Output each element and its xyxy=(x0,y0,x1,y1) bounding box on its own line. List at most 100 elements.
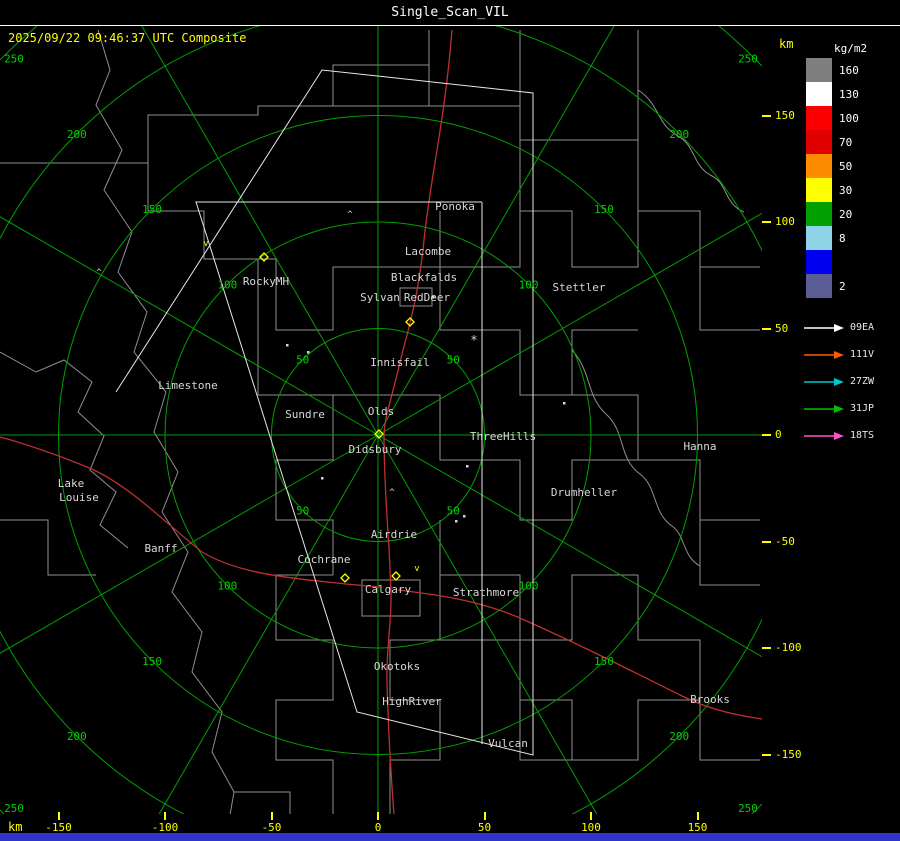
range-ring-label: 50 xyxy=(447,354,460,367)
legend-value-label: 8 xyxy=(839,231,846,245)
city-label: Didsbury xyxy=(349,443,402,456)
range-ring-label: 150 xyxy=(142,203,162,216)
right-axis-tick xyxy=(762,221,771,223)
city-label: Banff xyxy=(144,542,177,555)
caret-up-marker: ^ xyxy=(347,210,353,220)
bottom-axis-tick xyxy=(590,812,592,820)
09ea-arrow-icon xyxy=(804,323,844,332)
site-id-label: 18TS xyxy=(850,430,875,441)
right-axis-tick-label: -100 xyxy=(775,641,802,654)
county-boundaries xyxy=(0,29,760,814)
legend-value-label: 50 xyxy=(839,159,853,173)
legend-panel: kg/m2 160 130 100 70 50 30 20 8 2 09EA 111V 27ZW 31… xyxy=(800,26,900,831)
city-label: Sylvan xyxy=(360,291,400,304)
site-id-label: 09EA xyxy=(850,322,875,333)
range-ring-label: 250 xyxy=(4,802,24,815)
legend-swatch xyxy=(806,82,832,106)
legend-swatch xyxy=(806,178,832,202)
city-label: Strathmore xyxy=(453,586,519,599)
18ts-arrow-icon xyxy=(804,431,844,440)
right-axis-tick-label: -150 xyxy=(775,747,802,761)
legend-value-label: 70 xyxy=(839,135,853,149)
legend-swatch xyxy=(806,250,832,274)
asterisk-marker: * xyxy=(470,333,477,347)
bottom-axis-tick-label: -50 xyxy=(261,821,282,834)
legend-value-label: 160 xyxy=(839,63,859,77)
legend-entry: 50 xyxy=(806,154,859,178)
right-axis-tick xyxy=(762,647,771,649)
site-legend-row: 09EA xyxy=(802,314,874,341)
right-axis-tick xyxy=(762,327,771,330)
legend-units-title: kg/m2 xyxy=(834,42,868,55)
city-label: Hanna xyxy=(683,440,716,453)
bottom-axis-tick-label: 100 xyxy=(581,821,601,834)
highways xyxy=(0,29,762,814)
legend-swatch xyxy=(806,106,832,130)
bottom-axis-unit-label: km xyxy=(8,820,23,834)
right-axis-tick-label: 0 xyxy=(775,428,782,441)
legend-entry: 8 xyxy=(806,226,859,250)
range-ring-label: 50 xyxy=(296,504,309,517)
range-ring-label: 100 xyxy=(217,580,237,593)
radar-site-marker xyxy=(340,573,350,583)
legend-value-label: 2 xyxy=(839,279,846,293)
radar-map-canvas: 50 50 50 50 100 100 100 100 150 150 150 150 200 200 20… xyxy=(0,26,762,815)
site-legend-row: 18TS xyxy=(802,422,874,449)
legend-entry: 30 xyxy=(806,178,859,202)
legend-entry: 20 xyxy=(806,202,859,226)
map-markers: v v ^ ^ ^ * xyxy=(96,210,566,583)
right-axis-tick xyxy=(762,114,771,117)
bottom-axis-tick xyxy=(164,812,166,820)
legend-swatch xyxy=(806,202,832,226)
city-label: RedDeer xyxy=(404,291,451,304)
site-id-label: 31JP xyxy=(850,403,875,414)
27zw-arrow-icon xyxy=(804,377,844,386)
city-label: Vulcan xyxy=(488,737,528,750)
radar-application-window: Single_Scan_VIL 50 50 50 50 100 100 100 100 150 1 xyxy=(0,0,900,841)
range-rings xyxy=(0,26,762,814)
right-axis-tick xyxy=(762,434,771,436)
bottom-axis-tick xyxy=(57,812,60,820)
right-axis-tick-label: 150 xyxy=(775,108,795,122)
legend-value-label: 130 xyxy=(839,87,859,101)
range-ring-label: 100 xyxy=(519,278,539,291)
bottom-axis-tick-label: 0 xyxy=(374,821,382,834)
right-axis-tick xyxy=(762,753,771,756)
site-legend-row: 31JP xyxy=(802,395,874,422)
range-ring-label: 100 xyxy=(519,580,539,593)
range-ring-label: 250 xyxy=(4,52,24,65)
range-ring-label: 200 xyxy=(669,128,689,141)
legend-value-label: 100 xyxy=(839,111,859,125)
town-marker xyxy=(307,351,310,354)
legend-entry: 2 xyxy=(806,274,859,298)
city-label: Drumheller xyxy=(551,486,618,499)
legend-entry: 160 xyxy=(806,58,859,82)
31jp-arrow-icon xyxy=(804,404,844,413)
legend-swatch xyxy=(806,274,832,298)
range-ring-label: 150 xyxy=(142,655,162,668)
bottom-axis-tick xyxy=(270,812,273,820)
legend-swatch xyxy=(806,58,832,82)
bottom-axis-tick-label: -150 xyxy=(45,821,72,834)
legend-value-label: 20 xyxy=(839,207,853,221)
highway-path xyxy=(0,29,762,814)
bottom-axis-tick-label: 150 xyxy=(687,821,708,834)
legend-entry xyxy=(806,250,859,274)
town-marker xyxy=(563,402,566,405)
city-label: Stettler xyxy=(553,281,606,294)
range-ring-label: 150 xyxy=(594,203,614,216)
range-ring xyxy=(0,26,762,814)
city-label: Lacombe xyxy=(405,245,451,258)
legend-entry: 100 xyxy=(806,106,859,130)
right-axis-tick-label: -50 xyxy=(775,534,795,548)
range-ring-label: 200 xyxy=(669,730,689,743)
range-ring-label: 200 xyxy=(67,128,87,141)
city-label: Calgary xyxy=(365,583,412,596)
city-label: Limestone xyxy=(158,379,218,392)
city-label: Okotoks xyxy=(374,660,420,673)
city-label: Ponoka xyxy=(435,200,475,213)
caret-down-marker: v xyxy=(203,239,208,249)
radar-site-marker xyxy=(391,571,401,581)
city-label: HighRiver xyxy=(382,695,442,708)
color-scale-legend: 160 130 100 70 50 30 20 8 2 xyxy=(806,58,859,298)
